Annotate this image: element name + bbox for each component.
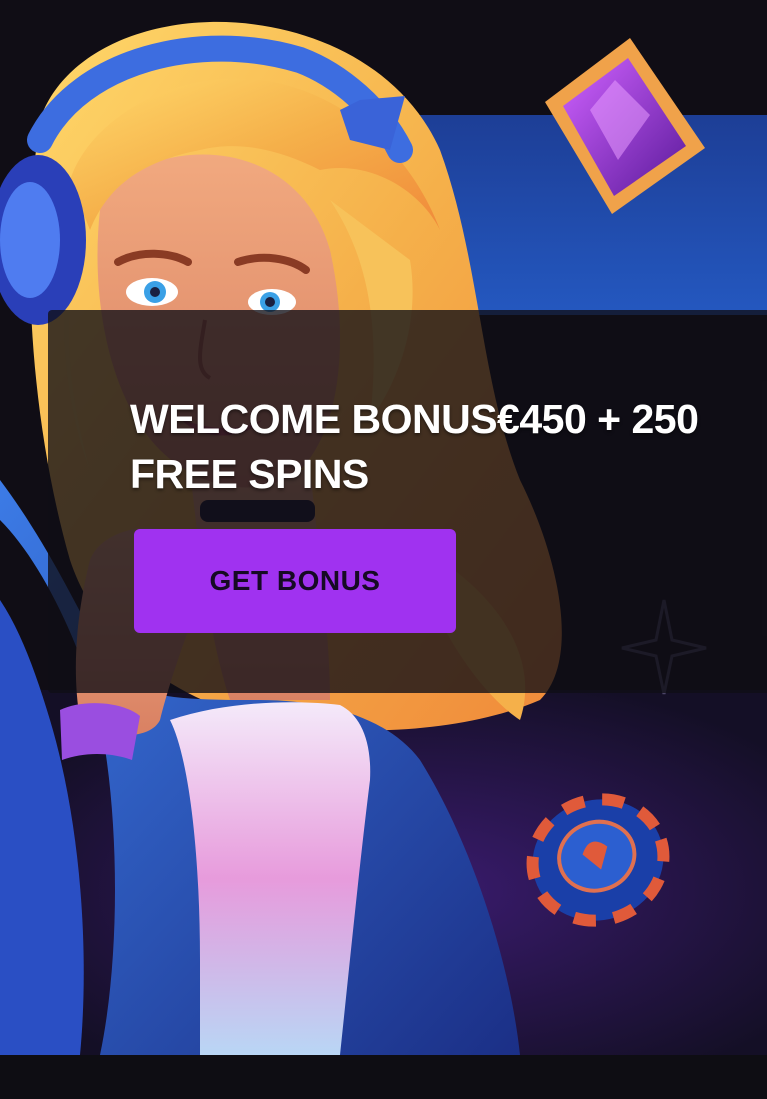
footer-strip	[0, 1055, 767, 1099]
promo-banner: WELCOME BONUS€450 + 250 FREE SPINS GET B…	[0, 0, 767, 1099]
promo-headline: WELCOME BONUS€450 + 250 FREE SPINS	[130, 396, 699, 497]
get-bonus-button[interactable]: GET BONUS	[134, 529, 456, 633]
